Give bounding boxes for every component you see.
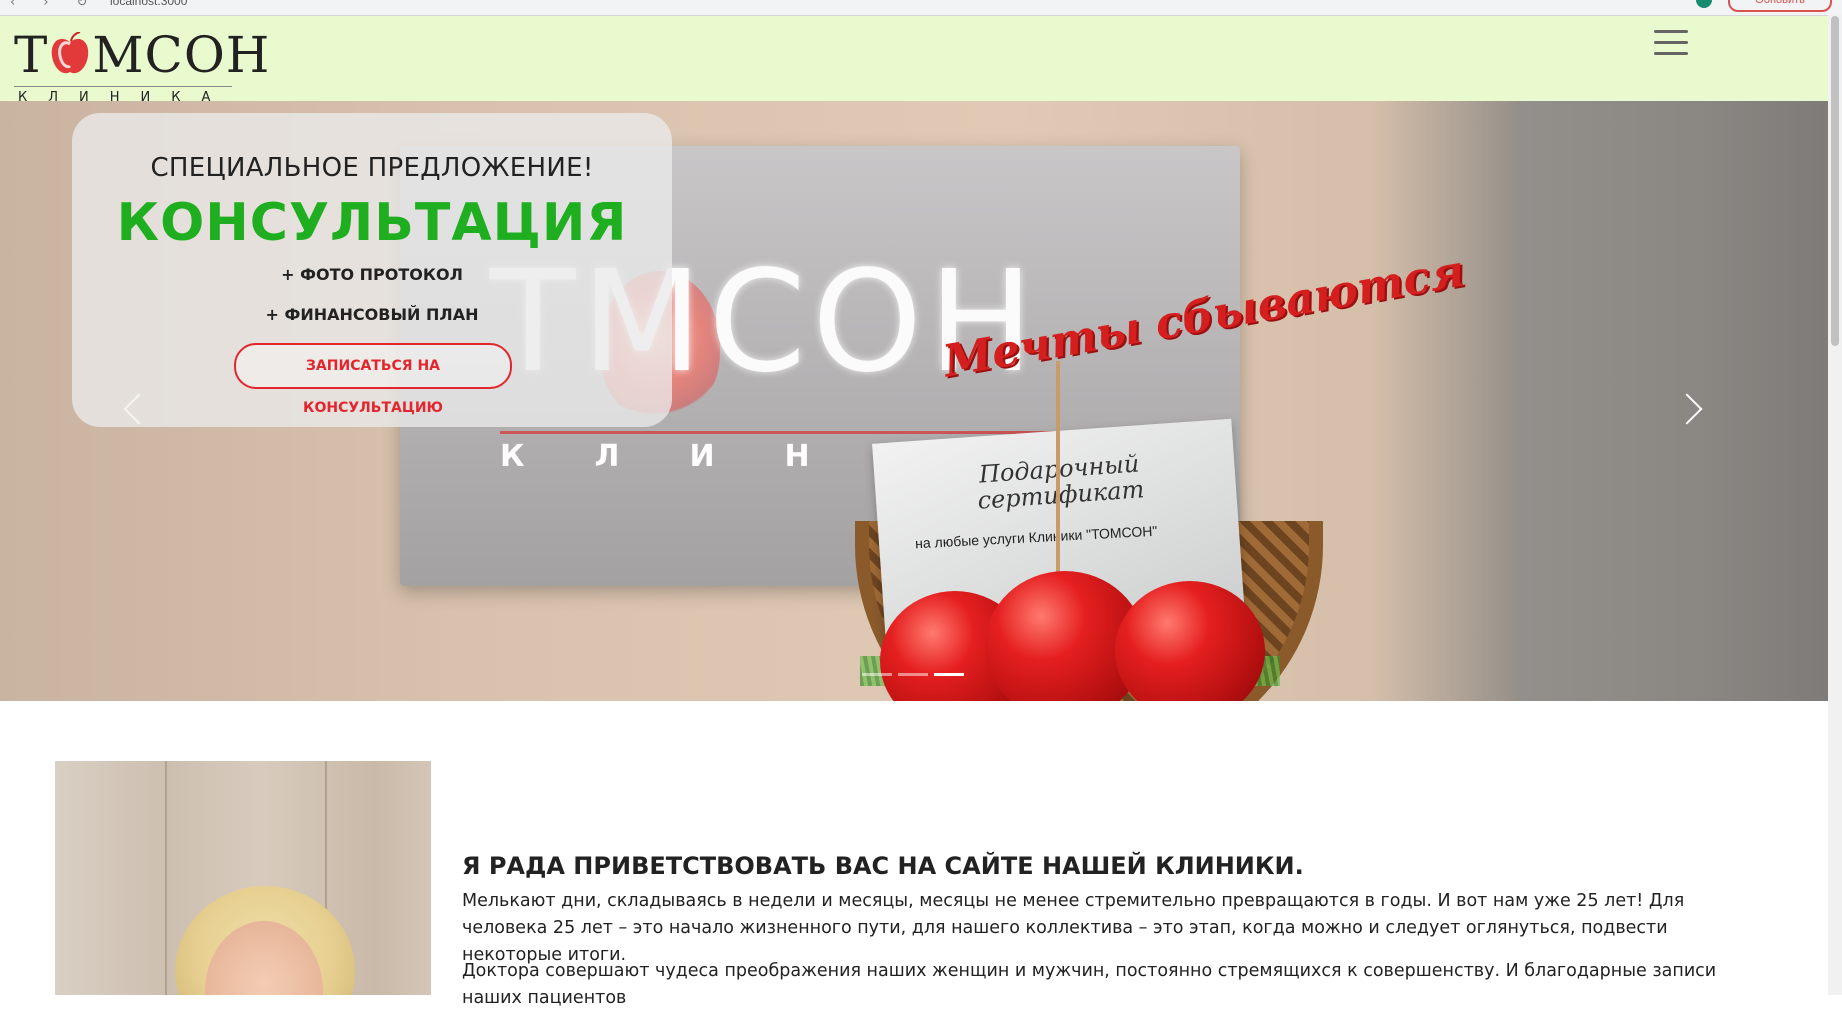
browser-toolbar: ‹ › ↻ localhost:3000 Обновить	[0, 0, 1842, 16]
logo-divider	[14, 86, 232, 87]
welcome-title: Я РАДА ПРИВЕТСТВОВАТЬ ВАС НА САЙТЕ НАШЕЙ…	[462, 852, 1304, 880]
logo-letter-t: Т	[14, 26, 49, 84]
sign-subtitle: КЛИН	[500, 439, 880, 474]
carousel-next-arrow-icon[interactable]	[1676, 386, 1706, 436]
offer-title: СПЕЦИАЛЬНОЕ ПРЕДЛОЖЕНИЕ!	[150, 153, 594, 183]
logo-letters: МСОН	[92, 26, 271, 84]
update-button[interactable]: Обновить	[1728, 0, 1832, 12]
carousel-indicator-2[interactable]	[898, 673, 928, 676]
photo-plank-line	[165, 761, 167, 995]
special-offer-panel: СПЕЦИАЛЬНОЕ ПРЕДЛОЖЕНИЕ! КОНСУЛЬТАЦИЯ + …	[72, 113, 672, 427]
hero-bg-wall	[1518, 101, 1828, 701]
hero-carousel: ТМСОН КЛИН Подарочный сертификат на любы…	[0, 101, 1828, 701]
carousel-prev-arrow-icon[interactable]	[118, 386, 148, 436]
browser-nav-icons[interactable]: ‹ › ↻	[10, 0, 100, 10]
apple-logo-icon	[50, 30, 90, 74]
offer-line-photo: + ФОТО ПРОТОКОЛ	[281, 265, 463, 284]
welcome-paragraph-1: Мелькают дни, складываясь в недели и мес…	[462, 891, 1685, 965]
profile-icon[interactable]	[1696, 0, 1712, 8]
carousel-indicators	[862, 673, 970, 679]
director-photo	[55, 761, 431, 995]
book-consultation-button[interactable]: ЗАПИСАТЬСЯ НА КОНСУЛЬТАЦИЮ	[234, 343, 512, 416]
page-scrollbar-thumb[interactable]	[1831, 16, 1839, 346]
offer-headline: КОНСУЛЬТАЦИЯ	[116, 193, 628, 253]
carousel-indicator-3[interactable]	[934, 673, 964, 676]
offer-line-finance: + ФИНАНСОВЫЙ ПЛАН	[265, 305, 479, 324]
welcome-paragraph-2: Доктора совершают чудеса преображения на…	[462, 961, 1717, 1008]
carousel-indicator-1[interactable]	[862, 673, 892, 676]
hamburger-icon[interactable]	[1654, 30, 1688, 60]
site-header: Т МСОН КЛИНИКА	[0, 16, 1828, 105]
address-bar[interactable]: localhost:3000	[110, 0, 187, 8]
logo-wordmark: Т МСОН	[14, 26, 270, 84]
clinic-logo[interactable]: Т МСОН КЛИНИКА	[14, 22, 269, 105]
